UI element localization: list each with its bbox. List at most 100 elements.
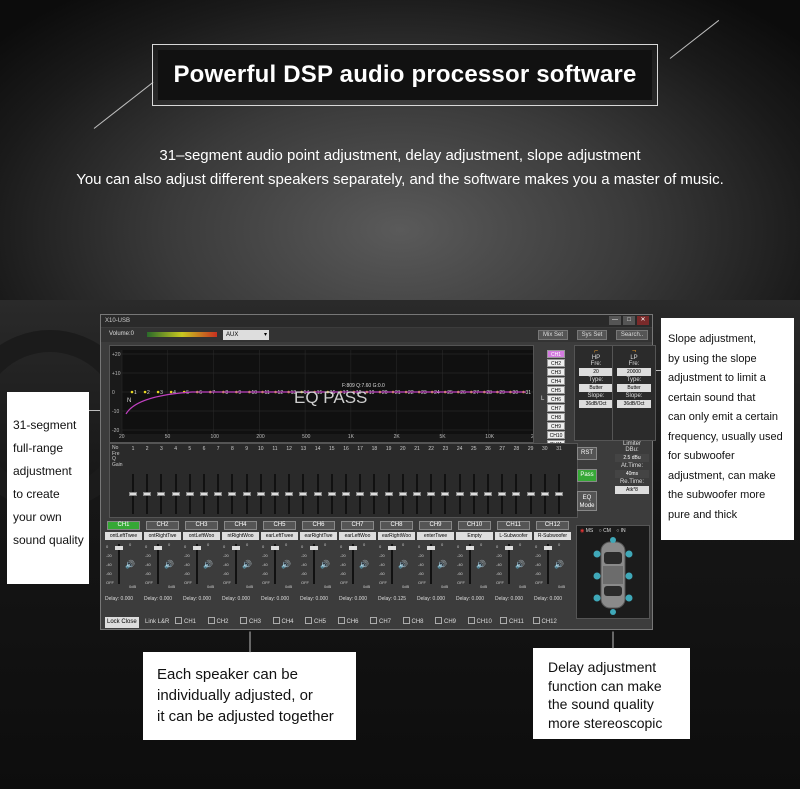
link-channel-checkbox[interactable]: CH6: [337, 617, 359, 628]
delay-value[interactable]: Delay: 0.125: [378, 596, 415, 602]
speaker-icon[interactable]: 🔊: [398, 560, 408, 569]
limiter-re-select[interactable]: Atk*8: [615, 486, 649, 494]
eq-channel-item[interactable]: CH9: [547, 422, 565, 430]
delay-value[interactable]: Delay: 0.000: [222, 596, 259, 602]
band-slider-knob[interactable]: [228, 492, 237, 496]
checkbox-icon[interactable]: [240, 617, 247, 624]
volume-fader-track[interactable]: [508, 544, 510, 584]
band-slider-knob[interactable]: [498, 492, 507, 496]
volume-fader-track[interactable]: [469, 544, 471, 584]
delay-value[interactable]: Delay: 0.000: [495, 596, 532, 602]
source-select[interactable]: AUX ▾: [223, 330, 269, 340]
delay-value[interactable]: Delay: 0.000: [339, 596, 376, 602]
hp-fre-input[interactable]: 20: [579, 368, 613, 376]
band-slider-knob[interactable]: [171, 492, 180, 496]
speaker-select[interactable]: earLeftTwee: [261, 532, 298, 540]
delay-value[interactable]: Delay: 0.000: [456, 596, 493, 602]
car-top-view-icon[interactable]: [577, 536, 649, 616]
band-slider-knob[interactable]: [214, 492, 223, 496]
radio-icon[interactable]: ○: [616, 528, 619, 534]
band-slider-knob[interactable]: [143, 492, 152, 496]
close-button[interactable]: ✕: [637, 316, 649, 325]
volume-fader-knob[interactable]: [427, 546, 435, 550]
volume-fader-knob[interactable]: [349, 546, 357, 550]
lp-type-select[interactable]: Butter: [617, 384, 651, 392]
hp-type-select[interactable]: Butter: [579, 384, 613, 392]
channel-button[interactable]: CH10: [458, 521, 491, 530]
band-slider-knob[interactable]: [327, 492, 336, 496]
eq-channel-item[interactable]: CH6: [547, 395, 565, 403]
speaker-icon[interactable]: 🔊: [515, 560, 525, 569]
channel-button[interactable]: CH9: [419, 521, 452, 530]
checkbox-icon[interactable]: [467, 617, 475, 624]
minimize-button[interactable]: —: [609, 316, 621, 325]
link-channel-checkbox[interactable]: CH5: [305, 617, 326, 628]
checkbox-icon[interactable]: [500, 617, 507, 624]
pass-button[interactable]: Pass: [577, 469, 597, 482]
band-slider-knob[interactable]: [526, 492, 535, 496]
channel-button[interactable]: CH8: [380, 521, 413, 530]
channel-button[interactable]: CH1: [107, 521, 140, 530]
link-channel-checkbox[interactable]: CH1: [175, 617, 196, 628]
channel-button[interactable]: CH7: [341, 521, 374, 530]
band-slider-knob[interactable]: [484, 492, 492, 496]
link-channel-checkbox[interactable]: CH12: [532, 617, 557, 628]
volume-fader-track[interactable]: [118, 544, 120, 584]
sys-set-button[interactable]: Sys Set: [577, 330, 607, 340]
eq-band-point[interactable]: [169, 390, 173, 394]
speaker-select[interactable]: L-Subwoofer: [495, 532, 532, 540]
limiter-dbu-input[interactable]: 2.5 dBu: [615, 454, 649, 462]
band-slider-knob[interactable]: [129, 492, 137, 496]
band-slider-knob[interactable]: [398, 492, 407, 496]
volume-fader-knob[interactable]: [544, 546, 552, 550]
channel-button[interactable]: CH4: [224, 521, 257, 530]
band-slider-knob[interactable]: [242, 492, 251, 496]
lock-close-button[interactable]: Lock Close: [105, 617, 139, 628]
speaker-icon[interactable]: 🔊: [554, 560, 564, 569]
volume-fader-track[interactable]: [196, 544, 198, 584]
volume-fader-knob[interactable]: [466, 546, 474, 550]
eq-channel-item[interactable]: CH2: [547, 359, 565, 367]
checkbox-icon[interactable]: [207, 617, 215, 624]
speaker-icon[interactable]: 🔊: [125, 560, 135, 569]
link-channel-checkbox[interactable]: CH7: [370, 617, 391, 628]
volume-fader-knob[interactable]: [154, 546, 162, 550]
limiter-at-input[interactable]: 40ms: [615, 470, 649, 478]
eq-channel-item[interactable]: CH7: [547, 404, 565, 412]
delay-value[interactable]: Delay: 0.000: [300, 596, 337, 602]
volume-fader-track[interactable]: [547, 544, 549, 584]
link-channel-checkbox[interactable]: CH9: [435, 617, 456, 628]
band-slider-knob[interactable]: [256, 492, 265, 496]
checkbox-icon[interactable]: [337, 617, 345, 624]
link-channel-checkbox[interactable]: CH4: [272, 617, 294, 628]
band-slider-knob[interactable]: [271, 492, 279, 496]
band-slider-knob[interactable]: [455, 492, 464, 496]
eq-channel-item[interactable]: CH8: [547, 413, 565, 421]
speaker-select[interactable]: earRightWoo: [378, 532, 415, 540]
link-channel-checkbox[interactable]: CH3: [240, 617, 261, 628]
hp-slope-select[interactable]: 36dB/Oct: [579, 400, 613, 408]
lp-slope-select[interactable]: 36dB/Oct: [617, 400, 651, 408]
channel-button[interactable]: CH12: [536, 521, 569, 530]
eq-channel-item[interactable]: CH3: [547, 368, 565, 376]
checkbox-icon[interactable]: [305, 617, 312, 624]
speaker-icon[interactable]: 🔊: [164, 560, 174, 569]
rst-button[interactable]: RST: [577, 447, 597, 460]
link-channel-checkbox[interactable]: CH11: [500, 617, 524, 628]
speaker-icon[interactable]: 🔊: [359, 560, 369, 569]
speaker-select[interactable]: enterTwee: [417, 532, 454, 540]
band-slider-knob[interactable]: [285, 492, 294, 496]
channel-button[interactable]: CH5: [263, 521, 296, 530]
band-slider-knob[interactable]: [370, 492, 379, 496]
maximize-button[interactable]: □: [623, 316, 635, 325]
band-slider-knob[interactable]: [313, 492, 322, 496]
checkbox-icon[interactable]: [402, 617, 410, 624]
radio-icon[interactable]: ◉: [580, 528, 584, 534]
volume-fader-track[interactable]: [430, 544, 432, 584]
link-channel-checkbox[interactable]: CH8: [402, 617, 424, 628]
eq-channel-item[interactable]: CH1: [547, 350, 565, 358]
volume-fader-knob[interactable]: [388, 546, 396, 550]
band-slider-knob[interactable]: [469, 492, 478, 496]
eq-channel-item[interactable]: CH10: [547, 431, 565, 439]
channel-button[interactable]: CH6: [302, 521, 335, 530]
